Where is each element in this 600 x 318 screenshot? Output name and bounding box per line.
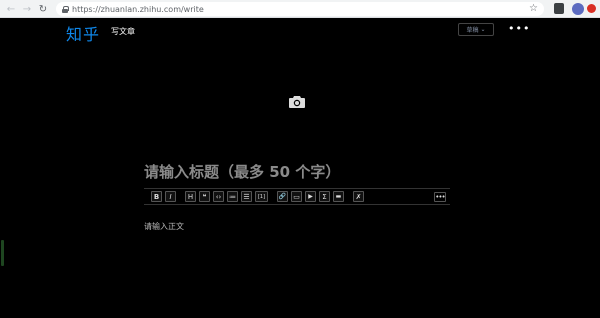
- chevron-down-icon: ⌄: [480, 26, 486, 33]
- back-icon[interactable]: ←: [3, 1, 19, 17]
- forward-icon[interactable]: →: [19, 1, 35, 17]
- link-icon[interactable]: 🔗: [277, 191, 288, 202]
- zhihu-logo[interactable]: 知乎: [66, 21, 100, 45]
- quote-button[interactable]: ❝: [199, 191, 210, 202]
- reference-button[interactable]: [1]: [255, 191, 268, 202]
- title-input[interactable]: 请输入标题（最多 50 个字）: [144, 161, 464, 182]
- scrollbar[interactable]: [1, 240, 4, 266]
- formula-icon[interactable]: Σ: [319, 191, 330, 202]
- address-bar[interactable]: https://zhuanlan.zhihu.com/write ☆: [56, 2, 544, 16]
- video-icon[interactable]: ▶: [305, 191, 316, 202]
- draft-dropdown[interactable]: 草稿 ⌄: [458, 23, 494, 36]
- ordered-list-button[interactable]: ≔: [227, 191, 238, 202]
- draft-dropdown-label: 草稿: [466, 27, 479, 34]
- page-title: 写文章: [111, 27, 135, 36]
- body-input[interactable]: 请输入正文: [144, 221, 184, 232]
- code-button[interactable]: ‹›: [213, 191, 224, 202]
- reload-icon[interactable]: ↻: [35, 1, 51, 17]
- extension-icon[interactable]: [572, 3, 584, 15]
- editor-toolbar: B I H ❝ ‹› ≔ ☰ [1] 🔗 ▭ ▶ Σ ▬ ✗ •••: [144, 188, 450, 205]
- lock-icon: [62, 5, 69, 13]
- camera-icon[interactable]: [289, 95, 305, 108]
- italic-button[interactable]: I: [165, 191, 176, 202]
- browser-toolbar: ← → ↻ https://zhuanlan.zhihu.com/write ☆: [0, 0, 600, 18]
- bookmark-star-icon[interactable]: ☆: [529, 3, 538, 14]
- incognito-icon[interactable]: [554, 3, 564, 14]
- bold-button[interactable]: B: [151, 191, 162, 202]
- url-text: https://zhuanlan.zhihu.com/write: [72, 4, 204, 14]
- unordered-list-button[interactable]: ☰: [241, 191, 252, 202]
- account-avatar-icon[interactable]: [587, 4, 596, 13]
- more-menu-button[interactable]: •••: [508, 22, 530, 35]
- heading-button[interactable]: H: [185, 191, 196, 202]
- image-icon[interactable]: ▭: [291, 191, 302, 202]
- clear-format-icon[interactable]: ✗: [353, 191, 364, 202]
- toolbar-more-button[interactable]: •••: [434, 192, 446, 202]
- divider-icon[interactable]: ▬: [333, 191, 344, 202]
